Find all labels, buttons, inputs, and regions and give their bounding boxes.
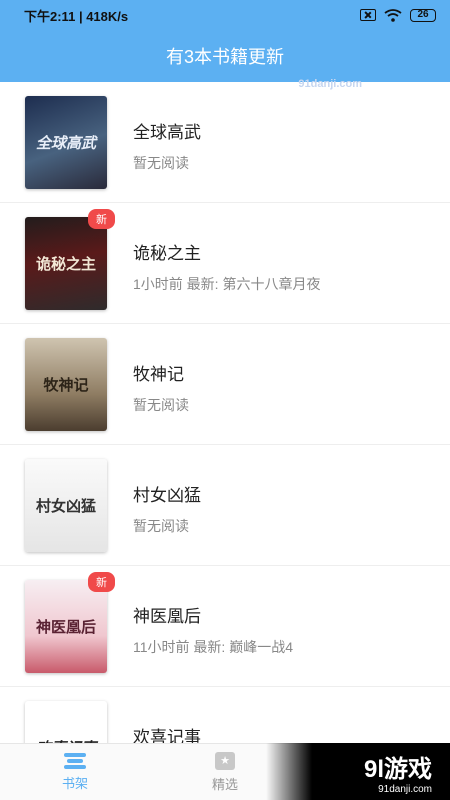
- book-row-4[interactable]: 神医凰后 新 神医凰后 11小时前 最新: 巅峰一战4: [0, 566, 450, 687]
- book-cover: 村女凶猛: [25, 459, 107, 552]
- sim-off-icon: [360, 9, 376, 21]
- network-speed: 418K/s: [86, 8, 129, 24]
- book-title: 全球高武: [133, 123, 201, 142]
- book-status: 暂无阅读: [133, 397, 189, 413]
- book-title: 村女凶猛: [133, 486, 201, 505]
- book-row-2[interactable]: 牧神记 牧神记 暂无阅读: [0, 324, 450, 445]
- book-cover: 诡秘之主: [25, 217, 107, 310]
- book-info: 村女凶猛 暂无阅读: [133, 481, 201, 536]
- book-info: 神医凰后 11小时前 最新: 巅峰一战4: [133, 602, 293, 657]
- watermark-logo-text: 9l游戏: [363, 755, 432, 783]
- book-title: 神医凰后: [133, 607, 201, 626]
- wifi-icon: [384, 8, 402, 22]
- cover-text: 村女凶猛: [35, 497, 96, 515]
- cover-text: 牧神记: [43, 376, 89, 394]
- book-status: 1小时前 最新: 第六十八章月夜: [133, 276, 321, 292]
- cover-text: 全球高武: [35, 134, 96, 152]
- book-cover: 全球高武: [25, 96, 107, 189]
- new-badge: 新: [88, 209, 115, 229]
- tab-label: 精选: [211, 776, 238, 792]
- book-cover: 牧神记: [25, 338, 107, 431]
- status-time: 下午2:11: [24, 8, 76, 24]
- book-status: 11小时前 最新: 巅峰一战4: [133, 639, 293, 655]
- battery-icon: 26: [410, 8, 436, 22]
- book-status: 暂无阅读: [133, 155, 189, 171]
- new-badge: 新: [88, 572, 115, 592]
- book-title: 诡秘之主: [133, 244, 201, 263]
- update-header: 有3本书籍更新: [0, 30, 450, 82]
- watermark-corner: 9l游戏 91danji.com: [266, 743, 450, 800]
- book-row-1[interactable]: 诡秘之主 新 诡秘之主 1小时前 最新: 第六十八章月夜: [0, 203, 450, 324]
- header-title: 有3本书籍更新: [165, 47, 284, 67]
- status-right: 26: [360, 8, 436, 22]
- bookshelf-list: 全球高武 全球高武 暂无阅读 诡秘之主 新 诡秘之主 1小时前 最新: 第六十八…: [0, 82, 450, 800]
- tab-label: 书架: [61, 775, 88, 791]
- featured-star-icon: ★: [215, 751, 235, 770]
- book-info: 牧神记 暂无阅读: [133, 360, 189, 415]
- bookshelf-icon: [64, 752, 86, 769]
- book-info: 全球高武 暂无阅读: [133, 118, 201, 173]
- book-row-3[interactable]: 村女凶猛 村女凶猛 暂无阅读: [0, 445, 450, 566]
- watermark-url: 91danji.com: [378, 783, 432, 795]
- book-status: 暂无阅读: [133, 518, 189, 534]
- book-title: 牧神记: [133, 365, 184, 384]
- book-row-0[interactable]: 全球高武 全球高武 暂无阅读: [0, 82, 450, 203]
- status-left: 下午2:11 | 418K/s: [24, 6, 360, 25]
- status-bar: 下午2:11 | 418K/s 26: [0, 0, 450, 30]
- book-cover: 神医凰后: [25, 580, 107, 673]
- cover-text: 诡秘之主: [35, 255, 96, 273]
- tab-bookshelf[interactable]: 书架: [0, 744, 150, 800]
- cover-text: 神医凰后: [35, 618, 96, 636]
- book-info: 诡秘之主 1小时前 最新: 第六十八章月夜: [133, 239, 320, 294]
